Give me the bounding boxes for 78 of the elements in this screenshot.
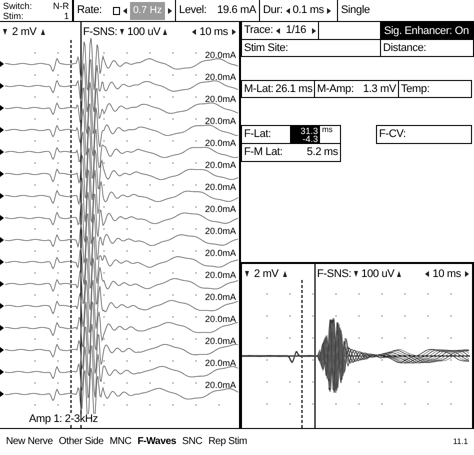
stimulus-level: 20.0mA	[204, 293, 236, 302]
up-arrow-icon[interactable]	[283, 271, 288, 277]
f-cv-label: F-CV:	[379, 129, 406, 140]
f-lat-label: F-Lat:	[244, 129, 272, 140]
stimulus-level: 20.0mA	[204, 73, 236, 82]
switch-value: N-R	[53, 1, 69, 11]
stim-value: 1	[62, 11, 69, 21]
stimulus-level: 20.0mA	[204, 95, 236, 104]
stimulus-level: 20.0mA	[204, 205, 236, 214]
menu-item[interactable]: Other Side	[58, 437, 104, 447]
m-lat-label: M-Lat:	[244, 84, 274, 94]
left-arrow-icon[interactable]	[286, 8, 290, 14]
duration-label: Dur:	[263, 5, 283, 16]
stimulus-level: 20.0mA	[204, 227, 236, 236]
sensitivity-value: 100 uV	[127, 26, 160, 38]
left-arrow-icon[interactable]	[123, 8, 128, 14]
down-arrow-icon[interactable]	[245, 271, 249, 277]
stimulus-level: 20.0mA	[204, 359, 236, 368]
f-lat-difference: -4.3	[302, 134, 318, 142]
m-lat-value: 26.1 ms	[275, 84, 312, 94]
sweep-value: 10 ms	[432, 268, 461, 280]
menu-item[interactable]: F-Waves	[137, 437, 176, 447]
trace-label: Trace:	[244, 25, 273, 36]
gain-value: 2 mV	[254, 268, 278, 280]
menu-item[interactable]: MNC	[110, 437, 132, 447]
stimulus-level: 20.0mA	[204, 315, 236, 324]
stimulus-level: 20.0mA	[204, 271, 236, 280]
temp-label: Temp:	[401, 84, 430, 94]
stimulus-level: 20.0mA	[204, 337, 236, 346]
up-arrow-icon[interactable]	[163, 29, 168, 35]
gain-value: 2 mV	[12, 26, 36, 38]
down-arrow-icon[interactable]	[354, 271, 358, 277]
stimulus-level: 20.0mA	[204, 249, 236, 258]
f-m-lat-value: 5.2 ms	[306, 147, 338, 158]
up-arrow-icon[interactable]	[397, 271, 402, 277]
up-arrow-icon[interactable]	[41, 29, 46, 35]
menu-item[interactable]: New Nerve	[6, 437, 53, 447]
right-arrow-icon[interactable]	[326, 8, 331, 14]
right-arrow-icon[interactable]	[232, 29, 236, 35]
stim-label: Stim:	[3, 11, 25, 21]
level-value: 19.6 mA	[217, 5, 256, 16]
m-amp-label: M-Amp:	[317, 84, 354, 94]
down-arrow-icon[interactable]	[120, 29, 124, 35]
stimulus-level: 20.0mA	[204, 117, 236, 126]
left-arrow-icon[interactable]	[192, 29, 196, 35]
right-arrow-icon[interactable]	[312, 28, 316, 34]
left-arrow-icon[interactable]	[424, 271, 429, 277]
sensitivity-value: 100 uV	[361, 268, 394, 280]
f-lat-value: 31.3	[300, 126, 318, 134]
sensitivity-label: F-SNS:	[317, 268, 352, 280]
trace-value: 1/16	[286, 25, 306, 36]
duration-value[interactable]: 0.1 ms	[292, 5, 324, 16]
menu-item[interactable]: SNC	[182, 437, 202, 447]
signal-enhancer-toggle[interactable]: Sig. Enhancer: On	[381, 22, 474, 40]
mode-value[interactable]: Single	[341, 5, 370, 16]
menu-item[interactable]: Rep Stim	[208, 437, 248, 447]
stimulus-level: 20.0mA	[204, 139, 236, 148]
sweep-value: 10 ms	[200, 26, 228, 38]
right-arrow-icon[interactable]	[168, 8, 172, 14]
level-label: Level:	[179, 5, 207, 16]
m-amp-value: 1.3 mV	[362, 84, 396, 94]
sensitivity-label: F-SNS:	[83, 26, 118, 38]
f-lat-unit: ms	[322, 126, 333, 134]
distance-label: Distance:	[383, 42, 426, 54]
amplifier-label: Amp 1: 2-3kHz	[28, 414, 99, 425]
right-arrow-icon[interactable]	[465, 271, 469, 277]
f-m-lat-label: F-M Lat:	[244, 147, 283, 158]
stimulus-level: 20.0mA	[204, 381, 236, 390]
down-arrow-icon[interactable]	[3, 29, 7, 35]
stimulus-level: 20.0mA	[204, 183, 236, 192]
checkbox[interactable]	[113, 6, 120, 14]
stimulus-level: 20.0mA	[204, 51, 236, 60]
stim-site-label: Stim Site:	[244, 42, 288, 54]
stimulus-level: 20.0mA	[204, 161, 236, 170]
version-label: 11.1	[453, 438, 468, 446]
left-arrow-icon[interactable]	[276, 28, 280, 34]
switch-label: Switch:	[3, 1, 34, 11]
rate-label: Rate:	[77, 5, 102, 16]
